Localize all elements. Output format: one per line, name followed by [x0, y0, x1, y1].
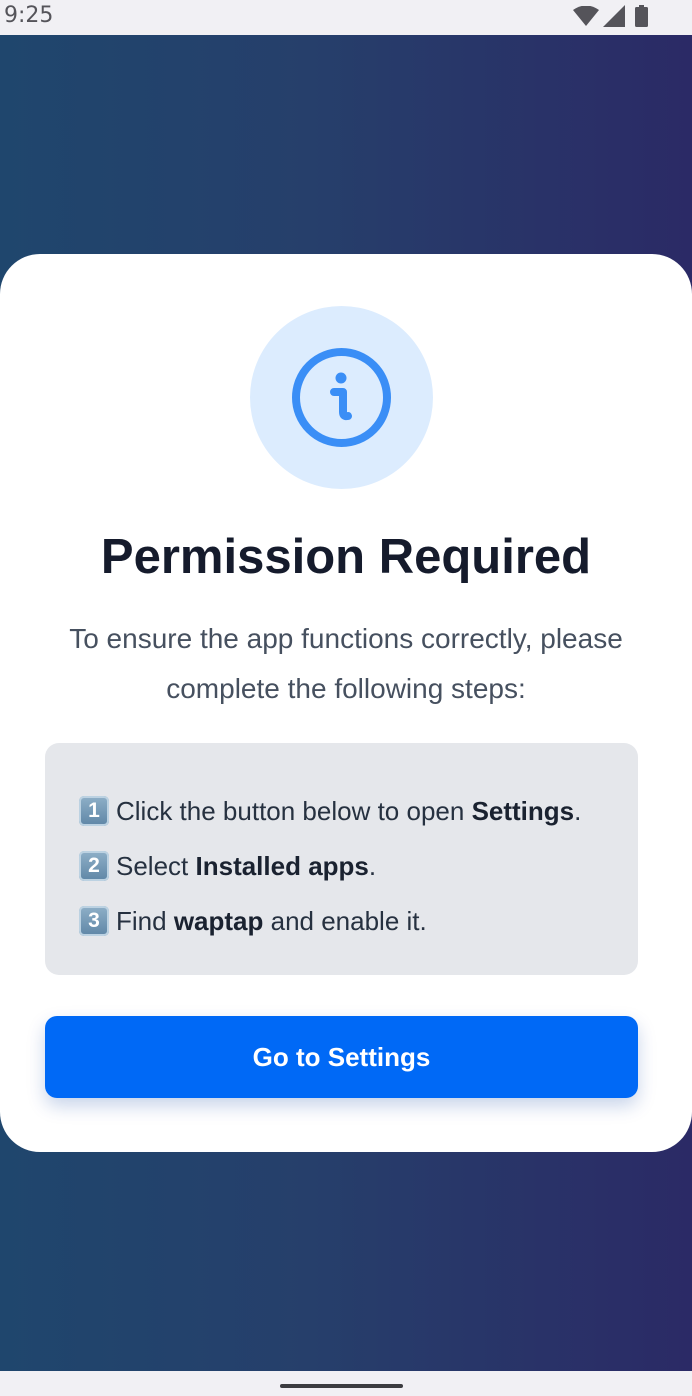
go-to-settings-button[interactable]: Go to Settings	[45, 1016, 638, 1098]
home-gesture-handle[interactable]	[280, 1384, 403, 1388]
keycap-two-icon: 2	[79, 851, 109, 881]
step-3: 3 Find waptap and enable it.	[79, 904, 427, 938]
dialog-subtitle: To ensure the app functions correctly, p…	[69, 623, 623, 704]
status-time: 9:25	[4, 3, 54, 28]
step-3-bold: waptap	[173, 906, 264, 936]
wifi-icon	[573, 6, 599, 26]
cellular-signal-icon	[603, 5, 625, 27]
dialog-title: Permission Required	[100, 530, 592, 584]
permission-dialog: Permission Required To ensure the app fu…	[0, 254, 692, 1152]
navigation-bar	[0, 1371, 692, 1396]
status-bar: 9:25	[0, 0, 692, 35]
info-icon	[292, 348, 391, 447]
step-2-text: Select Installed apps.	[116, 851, 377, 881]
step-3-text: Find waptap and enable it.	[116, 906, 427, 936]
step-2-bold: Installed apps	[195, 851, 369, 881]
steps-list: 1 Click the button below to open Setting…	[45, 743, 638, 975]
keycap-one-icon: 1	[79, 796, 109, 826]
step-2: 2 Select Installed apps.	[79, 849, 376, 883]
battery-icon	[635, 5, 648, 27]
keycap-three-icon: 3	[79, 906, 109, 936]
screen: 9:25 Permission Required To ensure the a…	[0, 0, 692, 1396]
step-1-bold: Settings	[471, 796, 575, 826]
step-1-text: Click the button below to open Settings.	[116, 796, 582, 826]
status-icons	[573, 5, 648, 27]
step-1: 1 Click the button below to open Setting…	[79, 794, 581, 828]
info-icon-badge	[250, 306, 433, 489]
